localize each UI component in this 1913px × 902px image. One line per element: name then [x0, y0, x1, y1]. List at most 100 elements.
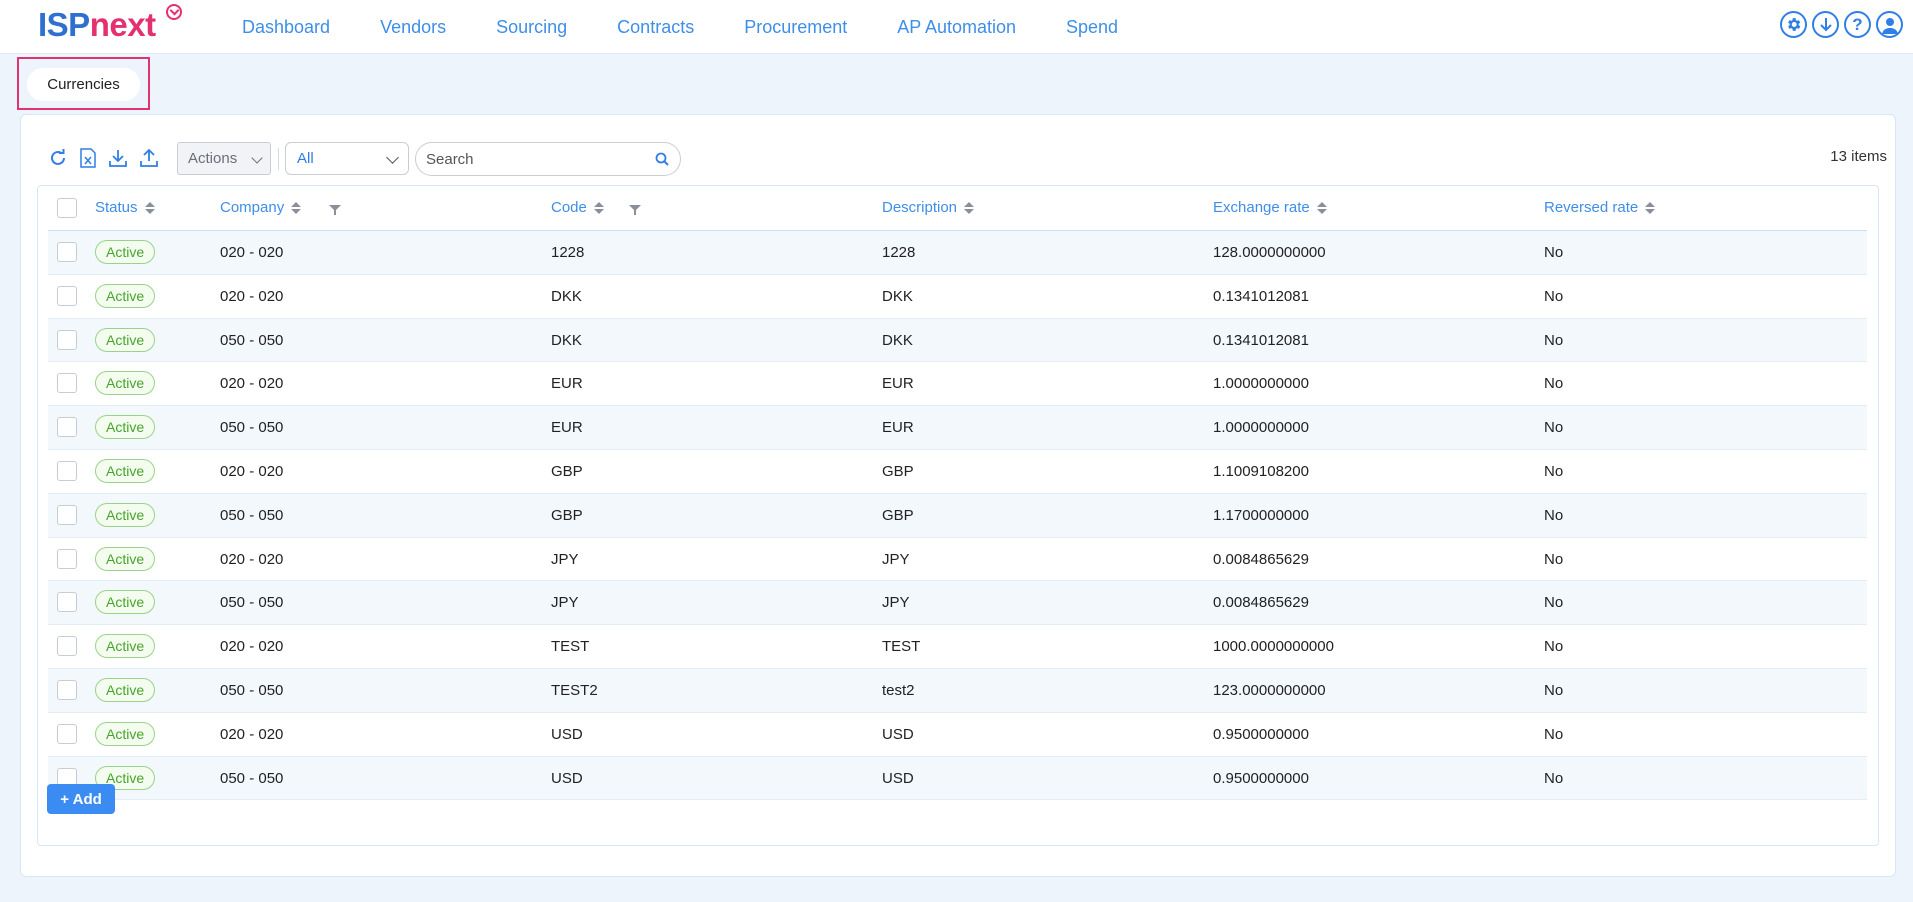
- column-header-code[interactable]: Code: [551, 199, 604, 216]
- sort-icon[interactable]: [1316, 201, 1327, 214]
- status-badge: Active: [95, 721, 156, 746]
- chevron-down-icon: [251, 152, 263, 164]
- table-row[interactable]: Active 020 - 020 JPY JPY 0.0084865629 No: [48, 538, 1867, 582]
- ispnext-logo[interactable]: ISP next: [38, 4, 182, 46]
- nav-procurement[interactable]: Procurement: [744, 17, 847, 38]
- actions-dropdown[interactable]: Actions: [177, 142, 271, 175]
- table-row[interactable]: Active 050 - 050 GBP GBP 1.1700000000 No: [48, 493, 1867, 538]
- row-checkbox[interactable]: [57, 417, 77, 438]
- reversed-rate-cell: No: [1544, 725, 1564, 743]
- reversed-rate-cell: No: [1544, 594, 1564, 612]
- company-cell: 020 - 020: [220, 244, 284, 261]
- main-nav: Dashboard Vendors Sourcing Contracts Pro…: [242, 0, 1168, 54]
- sort-icon[interactable]: [291, 201, 302, 214]
- table-row[interactable]: Active 050 - 050 DKK DKK 0.1341012081 No: [48, 318, 1867, 363]
- code-cell: TEST2: [551, 681, 598, 699]
- company-cell: 050 - 050: [220, 419, 284, 437]
- row-checkbox[interactable]: [57, 723, 77, 744]
- row-checkbox[interactable]: [57, 636, 77, 657]
- description-cell: GBP: [882, 462, 914, 480]
- filter-funnel-icon[interactable]: [329, 204, 341, 216]
- sort-icon[interactable]: [1645, 201, 1656, 214]
- select-all-checkbox[interactable]: [57, 198, 77, 218]
- chevron-down-icon: [386, 151, 399, 164]
- column-header-label: Exchange rate: [1213, 199, 1310, 216]
- download-icon[interactable]: [107, 147, 129, 169]
- sort-icon[interactable]: [964, 201, 975, 214]
- table-row[interactable]: Active 050 - 050 TEST2 test2 123.0000000000 N…: [48, 668, 1867, 713]
- nav-spend[interactable]: Spend: [1066, 17, 1118, 38]
- row-checkbox[interactable]: [57, 285, 77, 306]
- sort-icon[interactable]: [144, 201, 155, 214]
- row-checkbox[interactable]: [57, 373, 77, 394]
- nav-sourcing[interactable]: Sourcing: [496, 17, 567, 38]
- grid-toolbar: Actions All 13 items: [21, 115, 1895, 176]
- table-row[interactable]: Active 020 - 020 1228 1228 128.0000000000 No: [48, 231, 1867, 275]
- search-icon[interactable]: [655, 152, 669, 171]
- gear-icon[interactable]: [1780, 11, 1807, 38]
- row-checkbox[interactable]: [57, 460, 77, 481]
- column-header-label: Code: [551, 199, 587, 216]
- help-icon[interactable]: ?: [1844, 11, 1871, 38]
- nav-contracts[interactable]: Contracts: [617, 17, 694, 38]
- company-cell: 020 - 020: [220, 725, 284, 743]
- sort-icon[interactable]: [593, 201, 604, 214]
- toolbar-divider: [278, 148, 279, 170]
- excel-export-icon[interactable]: [77, 147, 99, 169]
- table-row[interactable]: Active 020 - 020 GBP GBP 1.1009108200 No: [48, 450, 1867, 494]
- download-circle-icon[interactable]: [1812, 11, 1839, 38]
- row-checkbox[interactable]: [57, 548, 77, 569]
- code-cell: TEST: [551, 638, 590, 656]
- actions-label: Actions: [188, 150, 238, 167]
- status-badge: Active: [95, 327, 156, 352]
- tab-currencies[interactable]: Currencies: [27, 68, 140, 101]
- top-icon-group: ?: [1780, 11, 1913, 38]
- row-checkbox[interactable]: [57, 679, 77, 700]
- code-cell: JPY: [551, 594, 579, 612]
- add-button[interactable]: + Add: [47, 784, 115, 814]
- table-row[interactable]: Active 020 - 020 USD USD 0.9500000000 No: [48, 713, 1867, 757]
- row-checkbox[interactable]: [57, 592, 77, 613]
- nav-dashboard[interactable]: Dashboard: [242, 17, 330, 38]
- nav-ap-automation[interactable]: AP Automation: [897, 17, 1016, 38]
- company-cell: 050 - 050: [220, 331, 284, 349]
- exchange-rate-cell: 1.1009108200: [1213, 462, 1309, 480]
- description-cell: EUR: [882, 419, 914, 437]
- filter-funnel-icon[interactable]: [629, 204, 641, 216]
- status-filter-select[interactable]: All: [285, 142, 409, 175]
- company-cell: 050 - 050: [220, 594, 284, 612]
- row-checkbox[interactable]: [57, 242, 77, 262]
- column-header-description[interactable]: Description: [882, 199, 975, 216]
- table-row[interactable]: Active 020 - 020 DKK DKK 0.1341012081 No: [48, 275, 1867, 319]
- row-checkbox[interactable]: [57, 329, 77, 350]
- description-cell: DKK: [882, 331, 913, 349]
- description-cell: GBP: [882, 506, 914, 524]
- nav-vendors[interactable]: Vendors: [380, 17, 446, 38]
- table-row[interactable]: Active 050 - 050 USD USD 0.9500000000 No: [48, 756, 1867, 801]
- status-badge: Active: [95, 634, 156, 659]
- company-cell: 050 - 050: [220, 506, 284, 524]
- table-row[interactable]: Active 050 - 050 JPY JPY 0.0084865629 No: [48, 581, 1867, 626]
- column-header-status[interactable]: Status: [95, 199, 155, 216]
- user-icon[interactable]: [1876, 11, 1903, 38]
- table-row[interactable]: Active 020 - 020 EUR EUR 1.0000000000 No: [48, 362, 1867, 407]
- status-badge: Active: [95, 590, 156, 615]
- column-header-company[interactable]: Company: [220, 199, 302, 216]
- description-cell: JPY: [882, 550, 910, 568]
- status-badge: Active: [95, 240, 156, 264]
- reversed-rate-cell: No: [1544, 550, 1564, 568]
- search-input[interactable]: [426, 144, 646, 174]
- row-checkbox[interactable]: [57, 504, 77, 525]
- table-row[interactable]: Active 050 - 050 EUR EUR 1.0000000000 No: [48, 406, 1867, 450]
- logo-text-next: next: [89, 6, 156, 43]
- column-header-label: Status: [95, 199, 138, 216]
- exchange-rate-cell: 0.0084865629: [1213, 550, 1309, 568]
- column-header-exchange-rate[interactable]: Exchange rate: [1213, 199, 1327, 216]
- reversed-rate-cell: No: [1544, 638, 1564, 656]
- refresh-icon[interactable]: [47, 147, 69, 169]
- logo-heart-icon: [166, 4, 182, 20]
- column-header-reversed-rate[interactable]: Reversed rate: [1544, 199, 1656, 216]
- table-row[interactable]: Active 020 - 020 TEST TEST 1000.0000000000 No: [48, 625, 1867, 669]
- upload-icon[interactable]: [138, 147, 160, 169]
- description-cell: EUR: [882, 375, 914, 393]
